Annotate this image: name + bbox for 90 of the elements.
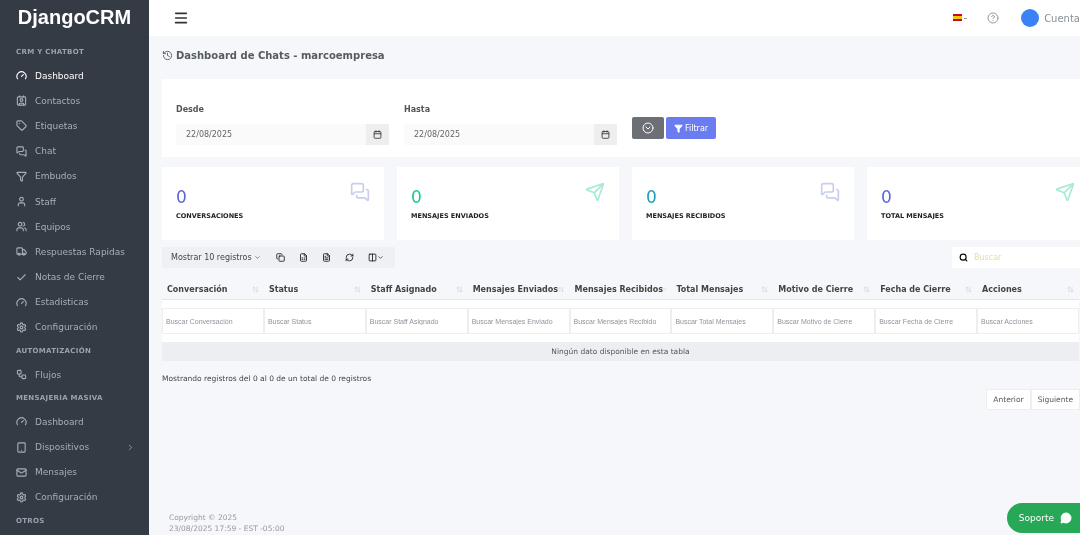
- history-icon: [162, 50, 173, 61]
- nav-item[interactable]: Dashboard: [0, 409, 149, 435]
- nav-icon: [16, 416, 27, 428]
- sort-icon: [558, 286, 565, 293]
- refresh-icon: [344, 253, 354, 262]
- nav-item[interactable]: Embudos: [0, 163, 149, 189]
- sort-icon: [353, 286, 361, 293]
- chat-bubble-icon: [1060, 512, 1072, 524]
- nav-icon: [16, 369, 27, 381]
- nav-icon: [16, 441, 27, 453]
- nav-icon: [16, 491, 27, 503]
- copy-icon: [275, 253, 285, 262]
- nav-icon: [16, 321, 27, 333]
- sort-icon: [761, 286, 769, 293]
- column-header[interactable]: Conversación: [162, 280, 264, 300]
- nav-item[interactable]: Flujos: [0, 362, 149, 388]
- field-label: Desde: [176, 105, 205, 114]
- date-field[interactable]: 22/08/2025: [176, 124, 366, 145]
- calendar-button[interactable]: [594, 124, 617, 145]
- stat-value: 0: [881, 187, 892, 207]
- search-icon: [959, 253, 968, 262]
- avatar: [1021, 9, 1040, 27]
- nav-item[interactable]: Equipos: [0, 214, 149, 240]
- nav-icon: [16, 120, 27, 132]
- nav-item[interactable]: Configuración: [0, 484, 149, 510]
- calendar-icon: [601, 130, 610, 139]
- sort-icon: [1067, 286, 1074, 293]
- filter-button[interactable]: Filtrar: [666, 117, 717, 139]
- toggle-button[interactable]: [632, 117, 664, 139]
- chevron-icon: [126, 442, 135, 452]
- nav-icon: [16, 170, 27, 182]
- search-input[interactable]: Buscar: [972, 252, 1080, 263]
- column-header[interactable]: Staff Asignado: [365, 280, 468, 300]
- nav-item[interactable]: Etiquetas: [0, 113, 149, 139]
- caret-icon: [253, 254, 261, 261]
- column-header[interactable]: Acciones: [977, 280, 1079, 300]
- nav-item[interactable]: Estadisticas: [0, 289, 149, 315]
- nav-icon: [16, 271, 27, 283]
- caret-icon: [376, 254, 384, 261]
- chat-bubbles-icon: [350, 182, 370, 202]
- spreadsheet-file-icon: [298, 253, 308, 262]
- paper-plane-icon: [585, 182, 605, 202]
- column-header[interactable]: Mensajes Recibidos: [569, 280, 672, 300]
- column-header[interactable]: Mensajes Enviados: [467, 280, 570, 300]
- nav-item[interactable]: Chat: [0, 138, 149, 164]
- stat-value: 0: [411, 187, 422, 207]
- field-label: Hasta: [404, 105, 432, 114]
- support-button[interactable]: Soporte: [1006, 503, 1080, 533]
- columns-icon: [367, 253, 377, 262]
- date-field[interactable]: 22/08/2025: [404, 124, 594, 145]
- calendar-button[interactable]: [366, 124, 389, 145]
- filter-icon: [674, 123, 683, 133]
- nav-item[interactable]: Contactos: [0, 88, 149, 114]
- nav-item[interactable]: Mensajes: [0, 459, 149, 485]
- nav-icon: [16, 296, 27, 308]
- stat-value: 0: [646, 187, 657, 207]
- nav-item[interactable]: Respuestas Rapidas: [0, 239, 149, 265]
- nav-icon: [16, 196, 27, 208]
- sort-icon: [863, 286, 871, 293]
- sort-icon: [251, 286, 259, 293]
- column-header[interactable]: Motivo de Cierre: [773, 280, 876, 300]
- column-header[interactable]: Fecha de Cierre: [875, 280, 977, 300]
- nav-item[interactable]: Staff: [0, 188, 149, 215]
- search-field[interactable]: Buscar: [952, 247, 1080, 268]
- calendar-icon: [373, 130, 382, 139]
- chat-bubbles-icon: [820, 182, 840, 202]
- nav-item[interactable]: Configuración: [0, 314, 149, 341]
- flag-icon[interactable]: [953, 13, 968, 23]
- brand-logo: DjangoCRM: [16, 6, 133, 29]
- nav-icon: [16, 221, 27, 233]
- column-header[interactable]: Status: [263, 280, 366, 300]
- nav-icon: [16, 466, 27, 478]
- nav-icon: [16, 246, 27, 258]
- sort-icon: [455, 286, 463, 293]
- nav-item[interactable]: Notas de Cierre: [0, 264, 149, 290]
- document-file-icon: [321, 253, 331, 262]
- stat-value: 0: [176, 187, 187, 207]
- nav-item[interactable]: Dashboard: [0, 63, 149, 89]
- nav-icon: [16, 95, 27, 107]
- nav-icon: [16, 70, 27, 82]
- length-menu[interactable]: Mostrar 10 registros: [165, 253, 267, 262]
- chevron-circle-icon: [642, 122, 654, 134]
- menu-icon[interactable]: [173, 10, 189, 26]
- page-title: Dashboard de Chats - marcoempresa: [162, 50, 1080, 61]
- account-link[interactable]: Cuenta: [1044, 12, 1080, 24]
- column-header[interactable]: Total Mensajes: [671, 280, 774, 300]
- sort-icon: [965, 286, 972, 293]
- nav-item[interactable]: Dispositivos: [0, 434, 149, 460]
- paper-plane-icon: [1055, 182, 1075, 202]
- nav-icon: [16, 145, 27, 157]
